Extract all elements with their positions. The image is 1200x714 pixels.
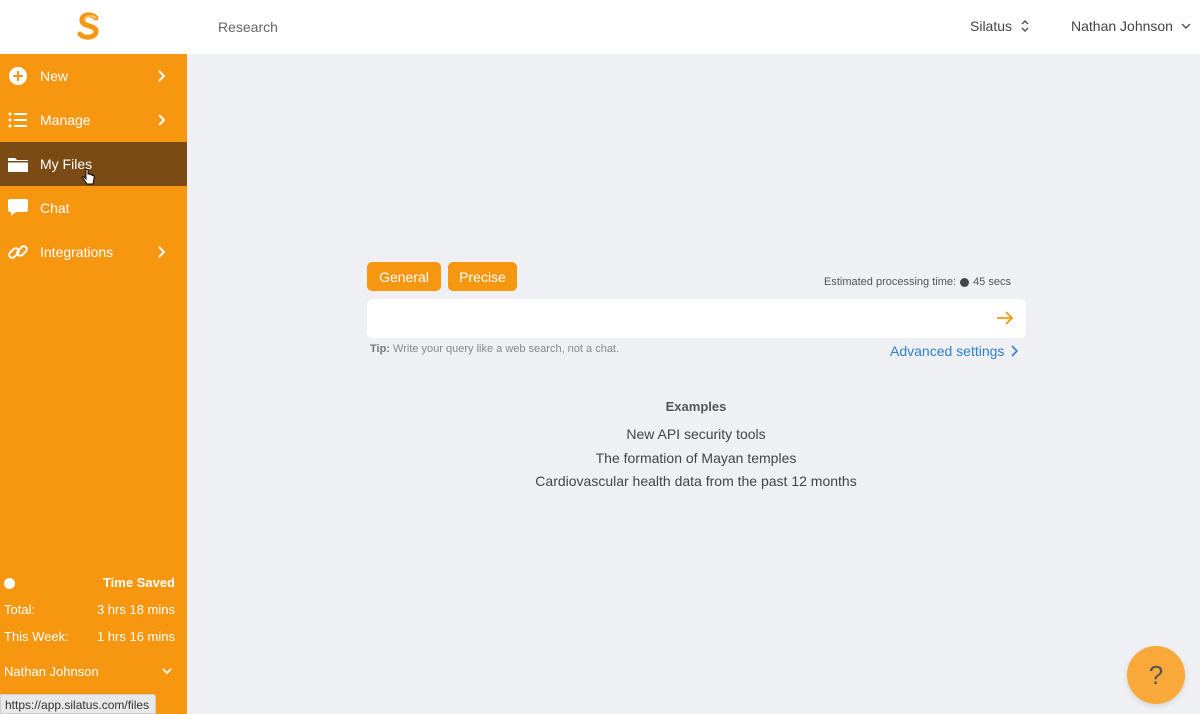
plus-circle-icon (7, 65, 29, 87)
sidebar-item-integrations[interactable]: Integrations (0, 230, 187, 274)
help-button[interactable]: ? (1127, 646, 1185, 704)
total-value: 3 hrs 18 mins (96, 602, 175, 617)
example-query[interactable]: New API security tools (0, 426, 1200, 442)
estimated-processing-time: Estimated processing time: 45 secs (824, 276, 1011, 288)
example-query[interactable]: Cardiovascular health data from the past… (0, 473, 1200, 489)
tip-text: Write your query like a web search, not … (393, 343, 620, 355)
advanced-settings-label: Advanced settings (890, 343, 1005, 359)
mode-precise-button[interactable]: Precise (448, 262, 517, 291)
user-menu-label: Nathan Johnson (1071, 18, 1173, 34)
org-switcher-label: Silatus (970, 18, 1013, 34)
sidebar-item-manage[interactable]: Manage (0, 98, 187, 142)
advanced-settings-link[interactable]: Advanced settings (890, 343, 1019, 359)
chevron-right-icon (158, 246, 166, 258)
hand-cursor-icon (82, 169, 95, 185)
sidebar-item-label: Manage (40, 112, 91, 128)
chevron-right-icon (158, 70, 166, 82)
status-bar-url: https://app.silatus.com/files (0, 694, 157, 714)
sidebar-item-label: Chat (40, 200, 70, 216)
list-icon (7, 109, 29, 131)
sidebar: New Manage My Files Chat Integrations Ti… (0, 54, 187, 714)
tip-label: Tip: (370, 343, 390, 355)
search-tip: Tip: Write your query like a web search,… (370, 343, 619, 355)
clock-icon (4, 578, 15, 589)
examples-title: Examples (665, 399, 727, 414)
sidebar-item-new[interactable]: New (0, 54, 187, 98)
folder-icon (7, 153, 29, 175)
sidebar-item-label: Integrations (40, 244, 114, 260)
search-box (367, 299, 1026, 338)
mode-general-button[interactable]: General (367, 262, 441, 291)
sidebar-item-label: New (40, 68, 69, 84)
week-value: 1 hrs 16 mins (96, 629, 175, 644)
time-saved-week: This Week: 1 hrs 16 mins (0, 629, 187, 647)
total-label: Total: (4, 602, 36, 617)
sidebar-item-my-files[interactable]: My Files (0, 142, 187, 186)
week-label: This Week: (4, 629, 69, 644)
silatus-logo-icon[interactable] (76, 12, 102, 40)
breadcrumb: Research (218, 19, 278, 35)
search-input[interactable] (377, 299, 977, 338)
time-saved-header: Time Saved (0, 574, 187, 592)
link-icon (7, 241, 29, 263)
clock-icon (960, 277, 970, 287)
chevron-right-icon (158, 114, 166, 126)
chevron-right-icon (1011, 345, 1019, 357)
example-query[interactable]: The formation of Mayan temples (0, 450, 1200, 466)
chat-bubble-icon (7, 197, 29, 219)
estimate-value: 45 secs (973, 276, 1011, 288)
chevron-down-icon (162, 668, 172, 675)
sidebar-item-chat[interactable]: Chat (0, 186, 187, 230)
chevron-down-icon (1181, 23, 1191, 30)
time-saved-total: Total: 3 hrs 18 mins (0, 602, 187, 620)
sidebar-user-menu[interactable]: Nathan Johnson (0, 662, 187, 682)
updown-chevron-icon (1021, 19, 1029, 33)
sidebar-user-name: Nathan Johnson (4, 664, 99, 679)
arrow-right-icon[interactable] (994, 308, 1016, 328)
top-bar: Research Silatus Nathan Johnson (0, 0, 1200, 54)
org-switcher[interactable]: Silatus (970, 18, 1030, 34)
time-saved-title: Time Saved (102, 575, 175, 590)
estimate-label: Estimated processing time: (824, 276, 957, 288)
user-menu[interactable]: Nathan Johnson (1071, 18, 1191, 34)
